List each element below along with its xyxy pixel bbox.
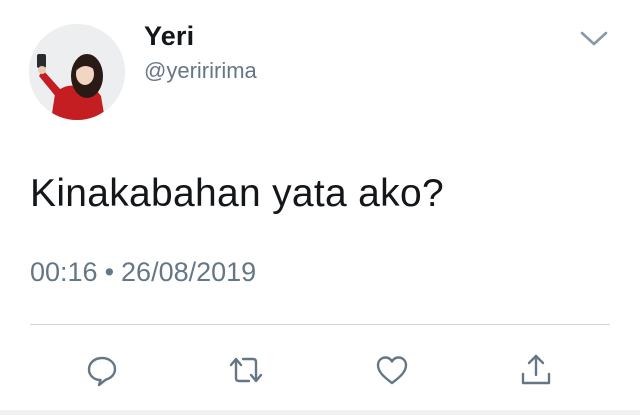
share-button[interactable] bbox=[516, 350, 556, 390]
share-icon bbox=[521, 354, 551, 385]
author-display-name[interactable]: Yeri bbox=[144, 21, 194, 52]
author-handle[interactable]: @yeriririma bbox=[144, 58, 257, 84]
timestamp-separator: • bbox=[104, 257, 115, 287]
tweet-date: 26/08/2019 bbox=[121, 257, 257, 287]
tweet-card: Yeri @yeriririma Kinakabahan yata ako? 0… bbox=[0, 0, 640, 415]
avatar-photo bbox=[29, 24, 125, 120]
retweet-button[interactable] bbox=[226, 350, 266, 390]
tweet-time: 00:16 bbox=[30, 257, 98, 287]
tweet-text: Kinakabahan yata ako? bbox=[30, 172, 444, 215]
tweet-timestamp[interactable]: 00:16 • 26/08/2019 bbox=[30, 257, 256, 288]
reply-icon bbox=[87, 356, 117, 387]
reply-button[interactable] bbox=[82, 350, 122, 390]
bottom-border bbox=[0, 410, 640, 415]
divider bbox=[30, 324, 610, 325]
like-button[interactable] bbox=[372, 350, 412, 390]
more-options-button[interactable] bbox=[576, 24, 612, 54]
retweet-icon bbox=[229, 357, 263, 383]
avatar[interactable] bbox=[29, 24, 125, 120]
heart-icon bbox=[376, 356, 408, 385]
chevron-down-icon bbox=[580, 31, 608, 46]
